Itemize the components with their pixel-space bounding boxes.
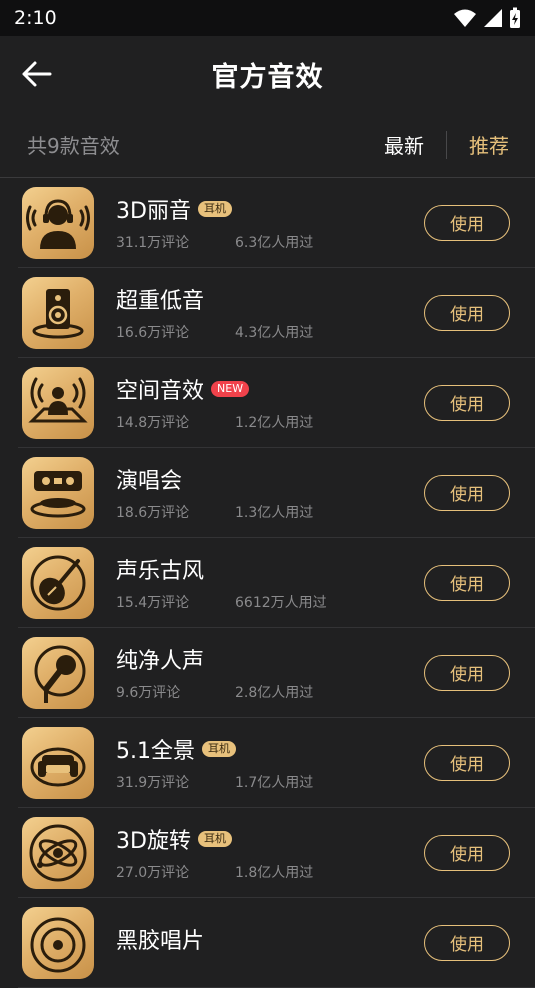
effect-name: 超重低音 (116, 288, 205, 314)
effect-row[interactable]: 空间音效 NEW 14.8万评论 1.2亿人用过 使用 (18, 358, 535, 448)
effect-row[interactable]: 声乐古风 15.4万评论 6612万人用过 使用 (18, 538, 535, 628)
effect-name: 3D丽音 (116, 198, 191, 224)
effect-row[interactable]: 5.1全景 耳机 31.9万评论 1.7亿人用过 使用 (18, 718, 535, 808)
sofa-surround-icon (22, 726, 94, 799)
effect-row[interactable]: 纯净人声 9.6万评论 2.8亿人用过 使用 (18, 628, 535, 718)
effect-name: 空间音效 (116, 378, 205, 404)
speaker-icon (22, 276, 94, 349)
effect-reviews: 31.1万评论 (116, 234, 190, 251)
effect-list: 3D丽音 耳机 31.1万评论 6.3亿人用过 使用 超重低音 16.6万评论 … (0, 178, 535, 988)
effect-users: 1.7亿人用过 (235, 774, 314, 791)
effect-users: 2.8亿人用过 (235, 684, 314, 701)
effect-tag: 耳机 (202, 740, 236, 757)
status-bar: 2:10 (0, 0, 535, 36)
sort-divider (446, 130, 447, 159)
effect-users: 1.3亿人用过 (235, 504, 314, 521)
effect-name: 演唱会 (116, 468, 183, 494)
wifi-icon (454, 9, 476, 27)
effect-row[interactable]: 3D丽音 耳机 31.1万评论 6.3亿人用过 使用 (18, 178, 535, 268)
effect-users: 1.8亿人用过 (235, 864, 314, 881)
effect-name: 黑胶唱片 (116, 928, 205, 954)
sort-latest-tab[interactable]: 最新 (384, 130, 424, 159)
effect-users: 6612万人用过 (235, 594, 327, 611)
use-button[interactable]: 使用 (424, 294, 510, 331)
effect-row[interactable]: 黑胶唱片 使用 (18, 898, 535, 988)
page-title: 官方音效 (211, 61, 324, 93)
effect-row[interactable]: 演唱会 18.6万评论 1.3亿人用过 使用 (18, 448, 535, 538)
app-header: 官方音效 (0, 36, 535, 112)
effect-name: 5.1全景 (116, 738, 195, 764)
vinyl-record-icon (22, 906, 94, 979)
effect-reviews: 31.9万评论 (116, 774, 190, 791)
use-button[interactable]: 使用 (424, 204, 510, 241)
use-button[interactable]: 使用 (424, 564, 510, 601)
effect-users: 4.3亿人用过 (235, 324, 314, 341)
orbit-icon (22, 816, 94, 889)
effect-reviews: 16.6万评论 (116, 324, 190, 341)
effect-tag: 耳机 (197, 830, 232, 847)
microphone-icon (22, 636, 94, 709)
status-time: 2:10 (14, 7, 57, 29)
battery-icon (510, 7, 520, 28)
effect-reviews: 18.6万评论 (116, 504, 190, 521)
use-button[interactable]: 使用 (424, 474, 510, 511)
signal-icon (484, 9, 502, 27)
headphone-person-icon (22, 186, 94, 259)
effect-row[interactable]: 3D旋转 耳机 27.0万评论 1.8亿人用过 使用 (18, 808, 535, 898)
sort-recommend-tab[interactable]: 推荐 (469, 130, 509, 159)
effect-name: 纯净人声 (116, 648, 205, 674)
effect-tag: 耳机 (197, 200, 232, 217)
effect-name: 3D旋转 (116, 828, 191, 854)
use-button[interactable]: 使用 (424, 924, 510, 961)
use-button[interactable]: 使用 (424, 744, 510, 781)
status-icons (453, 7, 521, 29)
effect-tag: NEW (211, 380, 250, 397)
use-button[interactable]: 使用 (424, 384, 510, 421)
effect-reviews: 14.8万评论 (116, 414, 190, 431)
back-arrow-icon[interactable] (20, 58, 54, 90)
effect-reviews: 27.0万评论 (116, 864, 190, 881)
concert-stage-icon (22, 456, 94, 529)
pipa-icon (22, 546, 94, 619)
effect-count: 共9款音效 (27, 134, 120, 158)
effect-reviews: 15.4万评论 (116, 594, 190, 611)
spatial-person-icon (22, 366, 94, 439)
sort-bar: 共9款音效 最新 推荐 (0, 112, 535, 178)
effect-row[interactable]: 超重低音 16.6万评论 4.3亿人用过 使用 (18, 268, 535, 358)
effect-users: 6.3亿人用过 (235, 234, 314, 251)
effect-users: 1.2亿人用过 (235, 414, 314, 431)
effect-name: 声乐古风 (116, 558, 205, 584)
use-button[interactable]: 使用 (424, 654, 510, 691)
effect-reviews: 9.6万评论 (116, 684, 181, 701)
use-button[interactable]: 使用 (424, 834, 510, 871)
